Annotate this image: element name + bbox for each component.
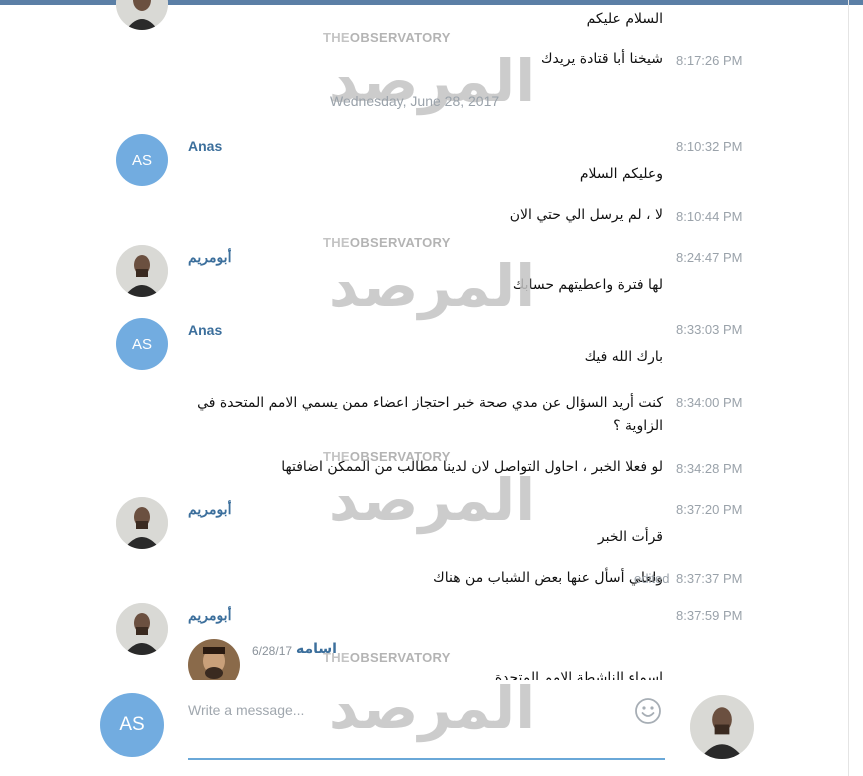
peer-avatar[interactable]	[690, 695, 754, 759]
message-history[interactable]: السلام عليكم شيخنا أبا قتادة يريدك 8:17:…	[0, 0, 848, 680]
watermark-text: THE	[323, 30, 350, 45]
message-time: 8:10:44 PM	[676, 209, 743, 224]
message-text: لو فعلا الخبر ، احاول التواصل لان لدينا …	[281, 459, 663, 475]
message-text: بارك الله فيك	[584, 349, 663, 365]
message-time: 8:37:59 PM	[676, 608, 743, 623]
sender-name[interactable]: Anas	[188, 322, 222, 338]
sender-avatar[interactable]: AS	[116, 318, 168, 370]
edited-label: edited	[634, 571, 670, 586]
forwarded-sender-name[interactable]: اسامه	[296, 641, 337, 657]
input-underline	[188, 758, 665, 760]
watermark-text: THE	[323, 235, 350, 250]
sender-avatar[interactable]	[116, 603, 168, 655]
message-time: 8:24:47 PM	[676, 250, 743, 265]
message-text: لها فترة واعطيتهم حسابك	[512, 277, 663, 293]
sender-name[interactable]: أبومريم	[188, 249, 231, 266]
message-composer: AS المرصد+	[0, 674, 848, 776]
message-input[interactable]	[188, 695, 618, 725]
emoji-smile-icon[interactable]	[634, 697, 662, 725]
message-time: 8:37:20 PM	[676, 502, 743, 517]
message-time: 8:37:37 PM	[676, 571, 743, 586]
message-text: ولعلي أسأل عنها بعض الشباب من هناك	[433, 570, 663, 586]
sender-name[interactable]: أبومريم	[188, 607, 231, 624]
watermark-logo: THEOBSERVATORY المرصد +	[323, 30, 553, 130]
message-text: شيخنا أبا قتادة يريدك	[540, 51, 663, 67]
message-text: السلام عليكم	[586, 11, 663, 27]
message-time: 8:17:26 PM	[676, 53, 743, 68]
date-separator: Wednesday, June 28, 2017	[330, 93, 500, 109]
sender-avatar[interactable]	[116, 0, 168, 30]
forwarded-date: 6/28/17	[252, 644, 293, 658]
avatar-initials: AS	[119, 714, 145, 735]
message-time: 8:34:28 PM	[676, 461, 743, 476]
scrollbar-track[interactable]	[848, 0, 849, 776]
avatar-initials: AS	[131, 335, 152, 353]
message-time: 8:10:32 PM	[676, 139, 743, 154]
sender-name[interactable]: أبومريم	[188, 501, 231, 518]
message-text: قرأت الخبر	[597, 529, 663, 545]
watermark-text: OBSERVATORY	[349, 650, 451, 665]
self-avatar[interactable]: AS	[100, 693, 164, 757]
watermark-text: OBSERVATORY	[349, 30, 451, 45]
sender-avatar[interactable]: AS	[116, 134, 168, 186]
message-time: 8:34:00 PM	[676, 395, 743, 410]
sender-avatar[interactable]	[116, 245, 168, 297]
message-text: كنت أريد السؤال عن مدي صحة خبر احتجاز اع…	[197, 395, 663, 434]
message-text: وعليكم السلام	[579, 166, 663, 182]
avatar-initials: AS	[131, 151, 152, 169]
forwarded-text: اسماء الناشطة الامم المتحدة	[494, 670, 663, 680]
watermark-text: OBSERVATORY	[349, 235, 451, 250]
sender-name[interactable]: Anas	[188, 138, 222, 154]
sender-avatar[interactable]	[116, 497, 168, 549]
message-text: لا ، لم يرسل الي حتي الان	[509, 207, 663, 223]
message-time: 8:33:03 PM	[676, 322, 743, 337]
